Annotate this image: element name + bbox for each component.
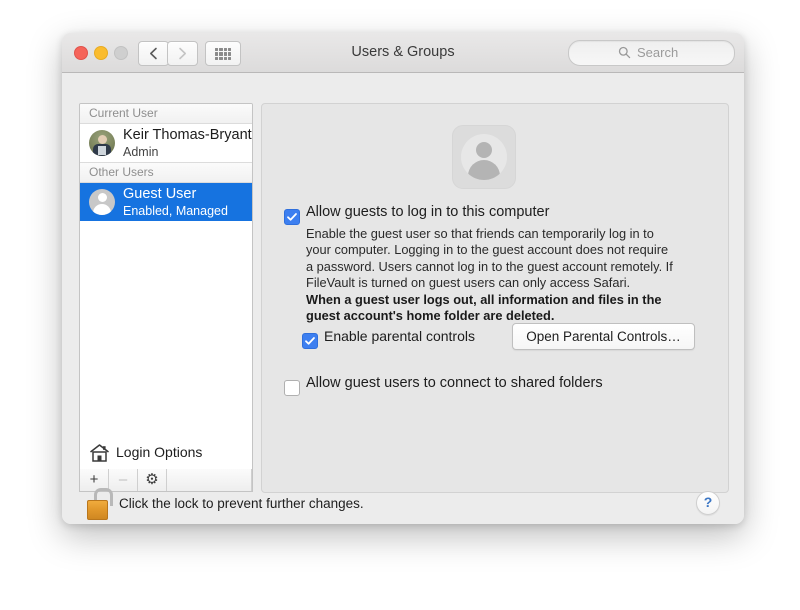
enable-parental-controls-checkbox[interactable] — [302, 333, 318, 349]
allow-guests-label: Allow guests to log in to this computer — [306, 204, 549, 220]
gear-icon: ⚙ — [138, 470, 166, 490]
users-and-groups-window: Users & Groups Search Current User Keir … — [62, 33, 744, 524]
guest-description-text: Enable the guest user so that friends ca… — [306, 226, 674, 292]
user-status: Enabled, Managed — [123, 204, 228, 218]
house-icon — [89, 443, 110, 468]
user-name: Keir Thomas-Bryant — [123, 127, 252, 143]
user-name: Guest User — [123, 186, 196, 202]
search-icon — [618, 46, 631, 64]
generic-person-avatar — [89, 189, 115, 215]
guest-warning-text: When a guest user logs out, all informat… — [306, 292, 666, 325]
list-item-guest-user[interactable]: Guest User Enabled, Managed — [80, 183, 252, 221]
window-titlebar: Users & Groups Search — [62, 33, 744, 73]
user-list: Current User Keir Thomas-Bryant Admin Ot… — [79, 103, 253, 440]
user-photo-avatar — [89, 130, 115, 156]
login-options-button[interactable]: Login Options — [79, 438, 253, 470]
lock-status-label: Click the lock to prevent further change… — [119, 496, 364, 511]
login-options-label: Login Options — [116, 444, 202, 460]
open-parental-controls-button[interactable]: Open Parental Controls… — [512, 323, 695, 350]
minus-icon: – — [109, 470, 137, 490]
enable-parental-controls-label: Enable parental controls — [324, 328, 475, 344]
allow-shared-folders-label: Allow guest users to connect to shared f… — [306, 375, 603, 391]
window-body: Current User Keir Thomas-Bryant Admin Ot… — [62, 73, 744, 524]
allow-guests-checkbox[interactable] — [284, 209, 300, 225]
toolbar-filler — [167, 469, 252, 491]
guest-user-placeholder-avatar[interactable] — [452, 125, 516, 189]
unlocked-padlock-icon[interactable] — [86, 488, 112, 518]
remove-user-button[interactable]: – — [109, 469, 138, 491]
guest-user-settings-panel: Allow guests to log in to this computer … — [261, 103, 729, 493]
list-item-current-user[interactable]: Keir Thomas-Bryant Admin — [80, 124, 252, 162]
user-settings-button[interactable]: ⚙ — [138, 469, 167, 491]
search-input[interactable]: Search — [568, 40, 735, 66]
search-placeholder: Search — [637, 45, 678, 60]
allow-shared-folders-checkbox[interactable] — [284, 380, 300, 396]
user-role: Admin — [123, 145, 158, 159]
help-button[interactable]: ? — [696, 491, 720, 515]
plus-icon: + — [80, 470, 108, 490]
group-header-current-user: Current User — [80, 104, 252, 124]
group-header-other-users: Other Users — [80, 162, 252, 183]
